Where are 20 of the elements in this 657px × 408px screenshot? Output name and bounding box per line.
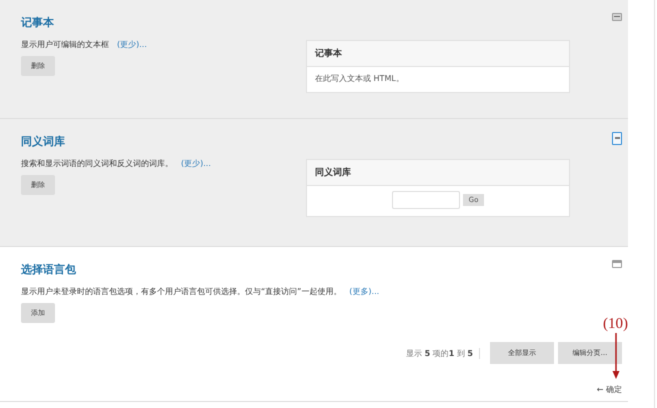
- preview-title: 记事本: [307, 41, 569, 67]
- confirm-link[interactable]: ← 确定: [596, 384, 622, 395]
- more-link[interactable]: (更少)...: [117, 39, 147, 50]
- more-link[interactable]: (更少)...: [181, 158, 211, 169]
- section-title: 记事本: [21, 15, 54, 30]
- section-description: 显示用户可编辑的文本框: [21, 39, 109, 50]
- preview-text: 在此写入文本或 HTML。: [314, 73, 405, 85]
- pagination-summary: 显示 5 项的1 到 5: [406, 348, 480, 358]
- section-title: 选择语言包: [21, 262, 76, 277]
- preview-title: 同义词库: [307, 160, 569, 186]
- more-link[interactable]: (更多)...: [349, 286, 380, 297]
- annotation-arrow: [612, 333, 620, 379]
- search-field[interactable]: [392, 191, 460, 209]
- section-description: 搜索和显示词语的同义词和反义词的词库。: [21, 158, 173, 169]
- minimize-icon[interactable]: [612, 132, 622, 145]
- section-description: 显示用户未登录时的语言包选项，有多个用户语言包可供选择。仅与“直接访问”一起使用。: [21, 286, 342, 297]
- section-title: 同义词库: [21, 134, 65, 149]
- window-icon[interactable]: [612, 260, 622, 268]
- annotation-label: (10): [603, 316, 628, 333]
- minimize-icon[interactable]: [612, 13, 622, 21]
